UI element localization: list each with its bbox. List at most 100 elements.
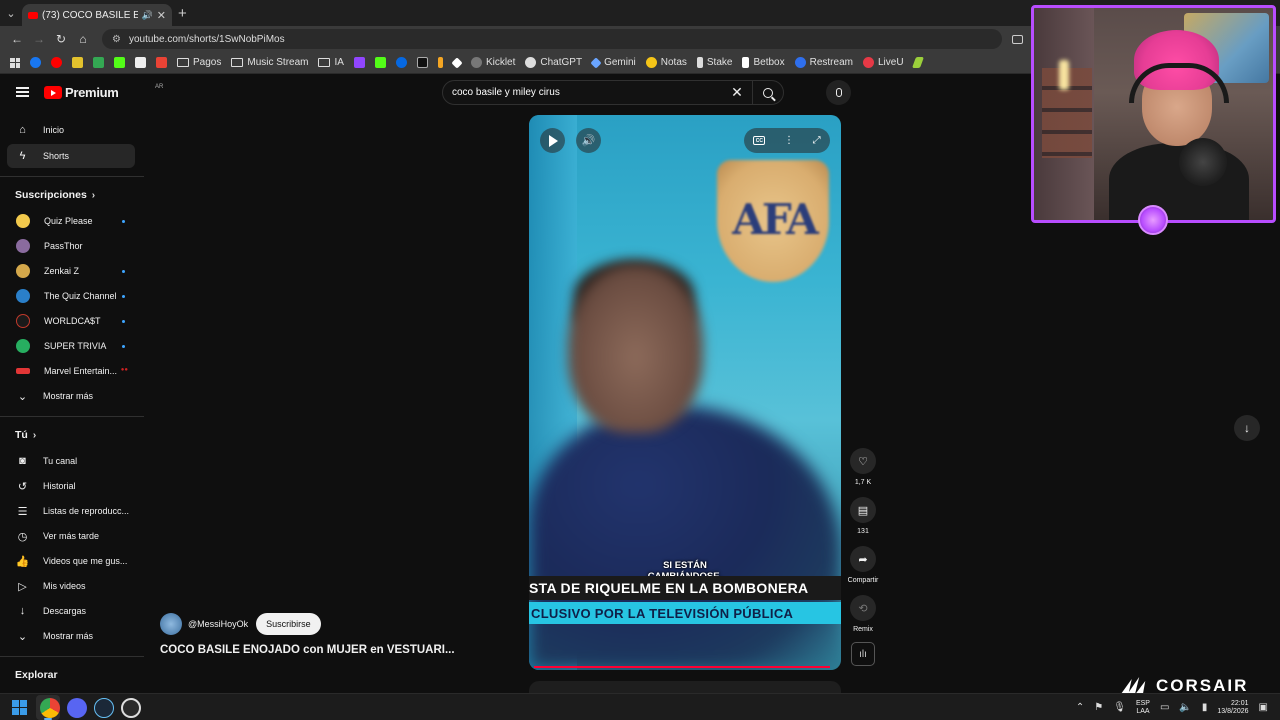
- discord-icon[interactable]: [67, 698, 87, 718]
- sidebar-sub-worldcast[interactable]: WORLDCA$T: [7, 309, 135, 333]
- sidebar-item-historial[interactable]: ↺ Historial: [7, 474, 135, 498]
- sidebar-item-tu-canal[interactable]: ◙ Tu canal: [7, 449, 135, 473]
- bookmark-tiktok[interactable]: [413, 54, 432, 72]
- bookmark-drive[interactable]: [89, 54, 108, 72]
- you-header[interactable]: Tú ›: [15, 429, 36, 441]
- sound-wave-icon[interactable]: ılı: [851, 642, 875, 666]
- remix-action[interactable]: ⟲ Remix: [848, 595, 878, 633]
- bookmark-youtube[interactable]: [47, 54, 66, 72]
- address-bar[interactable]: ⚙ youtube.com/shorts/1SwNobPiMos: [102, 29, 1002, 49]
- comment-icon[interactable]: ▤: [850, 497, 876, 523]
- close-tab-icon[interactable]: ✕: [157, 9, 166, 22]
- bookmark-folder-pagos[interactable]: Pagos: [173, 54, 225, 72]
- sidebar-you-show-more[interactable]: ⌄ Mostrar más: [7, 624, 135, 648]
- channel-avatar[interactable]: [160, 613, 182, 635]
- play-button[interactable]: [540, 128, 565, 153]
- bookmark-gmail[interactable]: [152, 54, 171, 72]
- system-clock[interactable]: 22:01 13/8/2026: [1217, 700, 1248, 716]
- next-short-preview[interactable]: [529, 681, 841, 693]
- volume-button[interactable]: 🔊: [576, 128, 601, 153]
- captions-icon[interactable]: CC: [753, 136, 766, 145]
- search-button[interactable]: [753, 80, 783, 105]
- bookmark-notas[interactable]: Notas: [642, 54, 691, 72]
- short-video-player[interactable]: AFA 🔊 CC ⋮ ⤢ SI ESTÁN CAMBIÁNDOSE, STA D…: [529, 115, 841, 670]
- bookmark-facebook[interactable]: [26, 54, 45, 72]
- sidebar-item-shorts[interactable]: ϟ Shorts: [7, 144, 135, 168]
- subscribe-button[interactable]: Suscribirse: [256, 613, 321, 635]
- new-tab-button[interactable]: +: [178, 5, 187, 22]
- more-options-icon[interactable]: ⋮: [784, 135, 794, 146]
- volume-tray-icon[interactable]: 🔈: [1179, 702, 1191, 713]
- bookmark-kick[interactable]: [110, 54, 129, 72]
- sidebar-item-playlists[interactable]: ☰ Listas de reproducc...: [7, 499, 135, 523]
- heart-icon[interactable]: ♡: [850, 448, 876, 474]
- language-indicator[interactable]: ESP LAA: [1136, 700, 1150, 716]
- voice-search-button[interactable]: [826, 80, 851, 105]
- channel-name[interactable]: @MessiHoyOk: [188, 619, 248, 629]
- browser-tab[interactable]: (73) COCO BASILE EN 🔊 ✕: [22, 4, 172, 26]
- corsair-tray-icon[interactable]: ⚑: [1094, 702, 1103, 713]
- bookmark-gemini[interactable]: Gemini: [588, 54, 640, 72]
- bookmark-kick-2[interactable]: [371, 54, 390, 72]
- reload-button[interactable]: ↻: [50, 28, 72, 50]
- bookmark-betbox[interactable]: Betbox: [738, 54, 788, 72]
- next-short-button[interactable]: ↓: [1234, 415, 1260, 441]
- bookmark-stake[interactable]: Stake: [693, 54, 737, 72]
- video-progress-bar[interactable]: [534, 666, 830, 668]
- bookmark-folder-ia[interactable]: IA: [314, 54, 347, 72]
- like-action[interactable]: ♡ 1,7 K: [848, 448, 878, 486]
- bookmark-meta[interactable]: [392, 54, 411, 72]
- share-icon[interactable]: ➦: [850, 546, 876, 572]
- fullscreen-icon[interactable]: ⤢: [813, 135, 821, 146]
- profile-area[interactable]: [1012, 34, 1023, 44]
- remix-icon[interactable]: ⟲: [850, 595, 876, 621]
- share-action[interactable]: ➦ Compartir: [848, 546, 878, 584]
- battery-icon[interactable]: ▮: [1202, 702, 1208, 713]
- menu-icon[interactable]: [16, 87, 29, 97]
- site-info-icon[interactable]: ⚙: [112, 34, 121, 45]
- sidebar-item-liked-videos[interactable]: 👍 Videos que me gus...: [7, 549, 135, 573]
- bookmark-twitch[interactable]: [350, 54, 369, 72]
- subscriptions-header[interactable]: Suscripciones ›: [15, 189, 95, 201]
- sidebar-sub-marvel[interactable]: Marvel Entertain... ●●: [7, 359, 135, 383]
- search-input[interactable]: coco basile y miley cirus: [452, 87, 722, 98]
- sidebar-sub-passthor[interactable]: PassThor: [7, 234, 135, 258]
- steam-icon[interactable]: [94, 698, 114, 718]
- clear-search-icon[interactable]: ✕: [722, 84, 752, 101]
- bookmark-app-2[interactable]: [434, 54, 447, 72]
- bookmark-app-4[interactable]: [910, 54, 926, 72]
- chrome-icon[interactable]: [40, 698, 60, 718]
- bookmark-liveu[interactable]: LiveU: [859, 54, 908, 72]
- microphone-tray-icon[interactable]: 🎙: [1113, 702, 1126, 713]
- bookmark-folder-music-stream[interactable]: Music Stream: [227, 54, 312, 72]
- search-box[interactable]: coco basile y miley cirus ✕: [442, 80, 784, 105]
- bookmark-kicklet[interactable]: Kicklet: [467, 54, 519, 72]
- sidebar-sub-the-quiz-channel[interactable]: The Quiz Channel: [7, 284, 135, 308]
- sidebar-item-downloads[interactable]: ↓ Descargas: [7, 599, 135, 623]
- network-icon[interactable]: ▭: [1160, 702, 1169, 713]
- picture-in-picture-icon[interactable]: [1012, 34, 1023, 44]
- obs-icon[interactable]: [121, 698, 141, 718]
- tab-search-dropdown[interactable]: ⌄: [0, 2, 22, 24]
- sidebar-item-watch-later[interactable]: ◷ Ver más tarde: [7, 524, 135, 548]
- windows-start-icon[interactable]: [12, 700, 27, 715]
- apps-button[interactable]: [6, 54, 24, 72]
- sidebar-sub-zenkai-z[interactable]: Zenkai Z: [7, 259, 135, 283]
- bookmark-restream[interactable]: Restream: [791, 54, 857, 72]
- back-button[interactable]: ←: [6, 28, 28, 50]
- tray-overflow-icon[interactable]: ⌃: [1076, 702, 1084, 713]
- bookmark-app-3[interactable]: [449, 54, 465, 72]
- bookmark-chatgpt[interactable]: ChatGPT: [521, 54, 586, 72]
- sidebar-item-inicio[interactable]: ⌂ Inicio: [7, 118, 135, 142]
- sidebar-subs-show-more[interactable]: ⌄ Mostrar más: [7, 384, 135, 408]
- bookmark-paypal[interactable]: [131, 54, 150, 72]
- notification-icon[interactable]: ▣: [1259, 702, 1268, 713]
- sidebar-sub-quiz-please[interactable]: Quiz Please: [7, 209, 135, 233]
- comment-action[interactable]: ▤ 131: [848, 497, 878, 535]
- sidebar-item-my-videos[interactable]: ▷ Mis videos: [7, 574, 135, 598]
- sound-action[interactable]: ılı: [848, 642, 878, 666]
- youtube-logo[interactable]: Premium AR: [44, 84, 163, 100]
- sidebar-sub-super-trivia[interactable]: SUPER TRIVIA: [7, 334, 135, 358]
- audio-playing-icon[interactable]: 🔊: [142, 10, 153, 21]
- bookmark-app-1[interactable]: [68, 54, 87, 72]
